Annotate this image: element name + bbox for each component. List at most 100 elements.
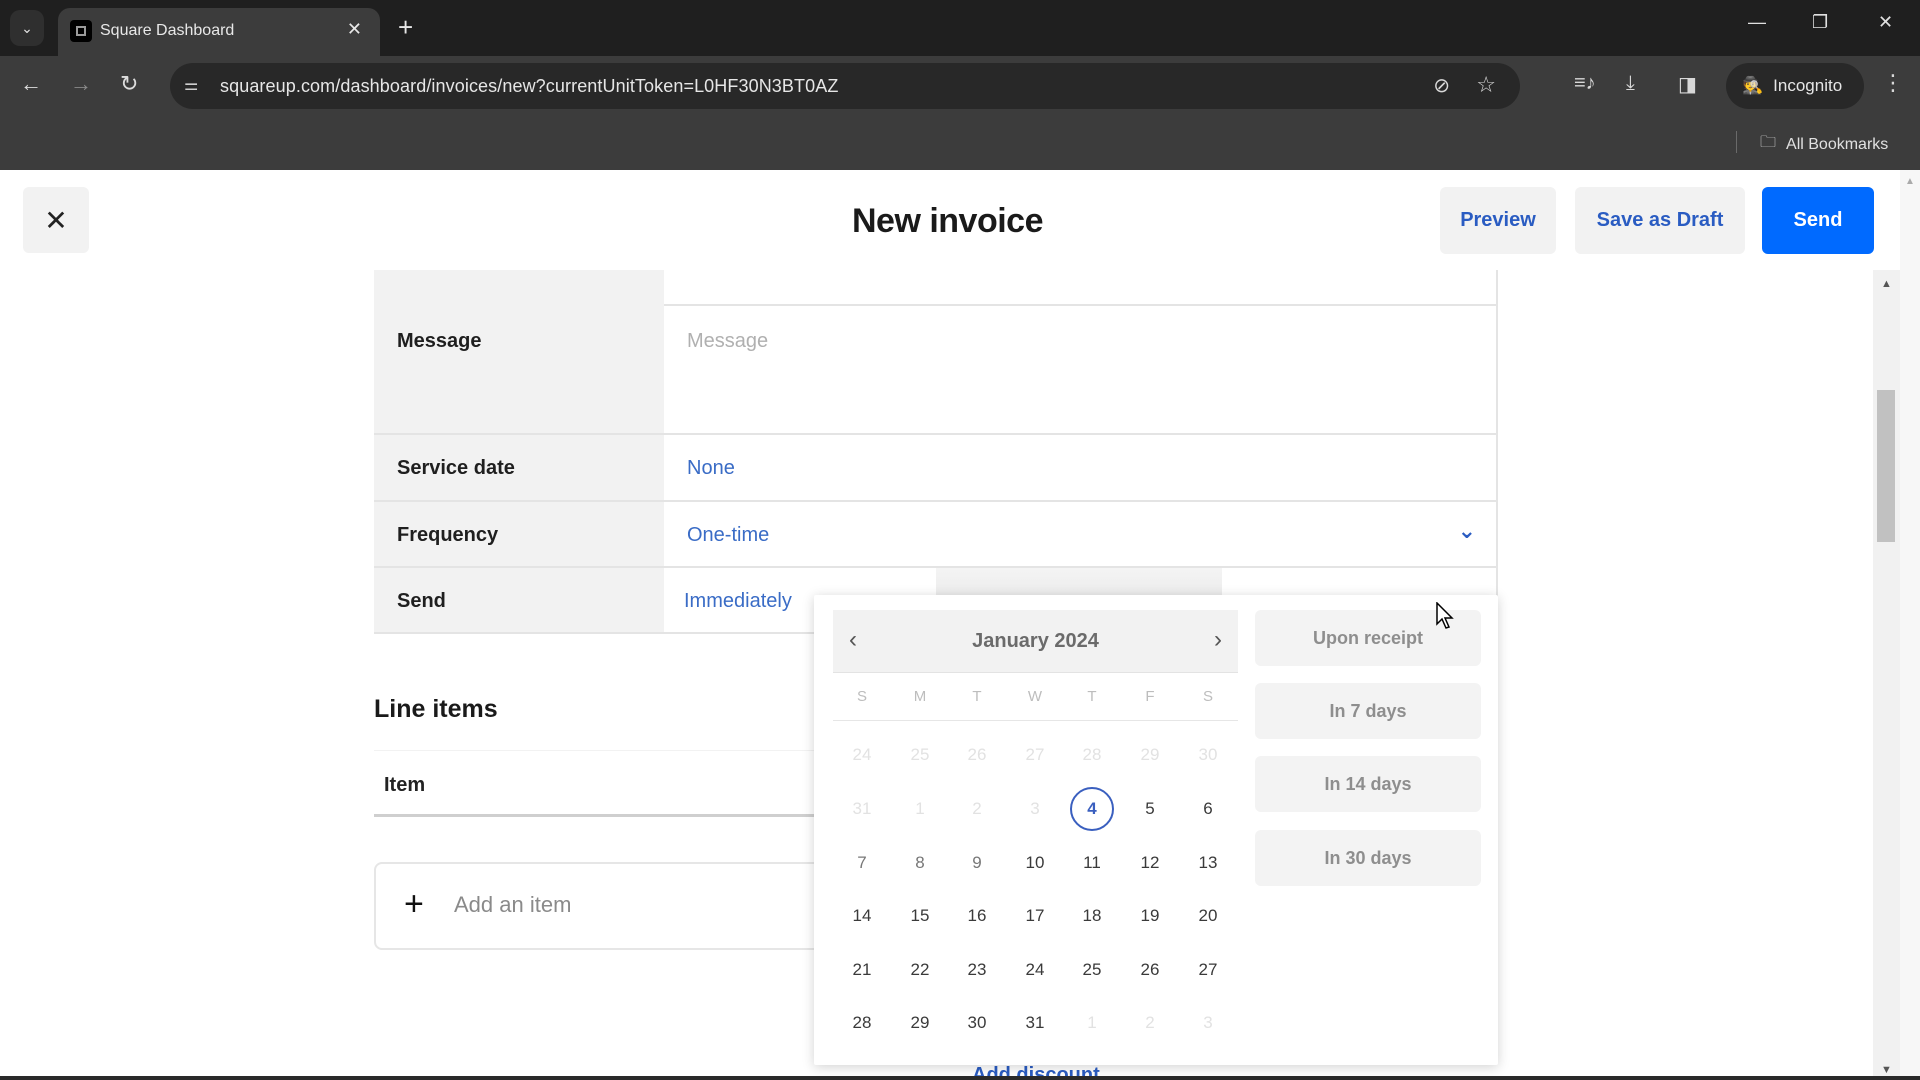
service-date-label: Service date [374, 435, 664, 500]
calendar-day: 26 [967, 745, 987, 764]
calendar-day[interactable]: 31 [1013, 1001, 1057, 1045]
window-close-icon[interactable]: ✕ [1878, 12, 1893, 33]
calendar-day[interactable]: 18 [1070, 894, 1114, 938]
media-queue-icon[interactable]: ≡♪ [1574, 72, 1596, 95]
browser-tab[interactable]: Square Dashboard ✕ [58, 8, 380, 56]
all-bookmarks-button[interactable]: 🗀 All Bookmarks [1760, 131, 1888, 158]
forward-icon[interactable]: → [70, 71, 92, 97]
restore-icon[interactable]: ❐ [1812, 12, 1828, 33]
calendar-month-label: January 2024 [972, 630, 1099, 652]
folder-icon: 🗀 [1760, 134, 1777, 151]
mouse-cursor-icon [1436, 602, 1454, 629]
chevron-down-icon: ⌄ [1457, 518, 1476, 543]
calendar-day-selected[interactable]: 4 [1070, 787, 1114, 831]
calendar-day[interactable]: 7 [840, 841, 884, 885]
weekday-label: S [1202, 688, 1213, 705]
send-button[interactable]: Send [1762, 187, 1874, 254]
line-items-column-header: Item [374, 750, 814, 817]
scroll-up-icon[interactable]: ▲ [1881, 278, 1892, 290]
in-14-days-option[interactable]: In 14 days [1255, 756, 1481, 812]
line-items-heading: Line items [374, 695, 498, 723]
calendar-day[interactable]: 6 [1186, 787, 1230, 831]
calendar-day[interactable]: 28 [840, 1001, 884, 1045]
calendar-day[interactable]: 16 [955, 894, 999, 938]
eye-off-icon[interactable]: ⊘ [1433, 73, 1450, 98]
scroll-up-icon[interactable]: ▲ [1905, 176, 1915, 187]
calendar-day[interactable]: 24 [1013, 948, 1057, 992]
calendar-day[interactable]: 14 [840, 894, 884, 938]
incognito-indicator[interactable]: 🕵 Incognito [1726, 63, 1864, 109]
chevron-down-icon: ⌄ [21, 19, 33, 36]
calendar-day[interactable]: 8 [898, 841, 942, 885]
save-as-draft-button[interactable]: Save as Draft [1575, 187, 1745, 254]
calendar-day[interactable]: 10 [1013, 841, 1057, 885]
service-date-value[interactable]: None [664, 435, 1498, 500]
tab-close-icon[interactable]: ✕ [347, 19, 362, 40]
url-text[interactable]: squareup.com/dashboard/invoices/new?curr… [220, 76, 838, 97]
calendar-day: 30 [1198, 745, 1218, 764]
calendar-day[interactable]: 5 [1128, 787, 1172, 831]
item-column-label: Item [384, 774, 426, 796]
calendar-day[interactable]: 22 [898, 948, 942, 992]
calendar-day: 1 [1087, 1013, 1097, 1032]
message-row: Message Message [374, 306, 1498, 435]
message-input[interactable]: Message [664, 306, 1498, 433]
plus-icon: + [404, 885, 424, 923]
kebab-menu-icon[interactable]: ⋮ [1882, 70, 1904, 96]
weekday-label: F [1145, 688, 1155, 705]
in-30-days-option[interactable]: In 30 days [1255, 830, 1481, 886]
in-7-days-option[interactable]: In 7 days [1255, 683, 1481, 739]
star-icon[interactable]: ☆ [1476, 72, 1496, 98]
scroll-down-icon[interactable]: ▼ [1881, 1064, 1892, 1076]
all-bookmarks-label: All Bookmarks [1786, 135, 1889, 153]
calendar-day[interactable]: 25 [1070, 948, 1114, 992]
calendar-day[interactable]: 23 [955, 948, 999, 992]
address-bar[interactable]: ⚌ squareup.com/dashboard/invoices/new?cu… [170, 63, 1520, 109]
page-scrollbar[interactable]: ▲ [1900, 170, 1920, 1080]
incognito-icon: 🕵 [1742, 76, 1764, 95]
reload-icon[interactable]: ↻ [120, 71, 138, 97]
weekday-label: W [1027, 688, 1043, 705]
weekday-label: T [972, 688, 982, 705]
add-item-label: Add an item [454, 892, 572, 917]
download-icon[interactable]: ⤓ [1626, 72, 1635, 95]
calendar-day[interactable]: 12 [1128, 841, 1172, 885]
scrollbar-thumb[interactable] [1877, 390, 1895, 542]
calendar-day: 2 [972, 799, 982, 818]
tab-title: Square Dashboard [100, 22, 235, 39]
calendar-day: 29 [1140, 745, 1160, 764]
preview-button[interactable]: Preview [1440, 187, 1556, 254]
calendar-day[interactable]: 13 [1186, 841, 1230, 885]
calendar-day[interactable]: 21 [840, 948, 884, 992]
minimize-icon[interactable]: — [1748, 12, 1766, 33]
add-item-button[interactable]: + Add an item [374, 862, 834, 950]
calendar-day[interactable]: 20 [1186, 894, 1230, 938]
side-panel-icon[interactable]: ◨ [1678, 72, 1697, 97]
weekday-label: M [913, 688, 927, 705]
calendar-day[interactable]: 9 [955, 841, 999, 885]
calendar-day[interactable]: 19 [1128, 894, 1172, 938]
calendar-weekday-row: SMTWTFS [833, 673, 1238, 721]
date-picker-calendar: ‹ January 2024 › SMTWTFS 24 25 26 27 28 29 30 3… [833, 610, 1238, 1050]
chevron-right-icon[interactable]: › [1214, 626, 1222, 654]
calendar-day[interactable]: 30 [955, 1001, 999, 1045]
content-scrollbar[interactable]: ▲ ▼ [1873, 270, 1900, 1080]
calendar-day[interactable]: 27 [1186, 948, 1230, 992]
frequency-select[interactable]: One-time ⌄ [664, 502, 1498, 566]
back-icon[interactable]: ← [20, 71, 42, 97]
frequency-label: Frequency [374, 502, 664, 566]
browser-tab-strip: ⌄ Square Dashboard ✕ + — ❐ ✕ [0, 0, 1920, 56]
new-tab-button[interactable]: + [398, 12, 413, 42]
calendar-day: 24 [852, 745, 872, 764]
calendar-day[interactable]: 17 [1013, 894, 1057, 938]
calendar-day[interactable]: 15 [898, 894, 942, 938]
calendar-day[interactable]: 26 [1128, 948, 1172, 992]
frequency-value: One-time [687, 524, 770, 546]
tab-list-button[interactable]: ⌄ [10, 10, 44, 46]
send-date-popover: ‹ January 2024 › SMTWTFS 24 25 26 27 28 29 30 3… [814, 595, 1498, 1065]
calendar-day[interactable]: 11 [1070, 841, 1114, 885]
bottom-edge [0, 1076, 1920, 1080]
send-label: Send [374, 568, 664, 632]
calendar-day[interactable]: 29 [898, 1001, 942, 1045]
tune-icon[interactable]: ⚌ [184, 75, 198, 95]
